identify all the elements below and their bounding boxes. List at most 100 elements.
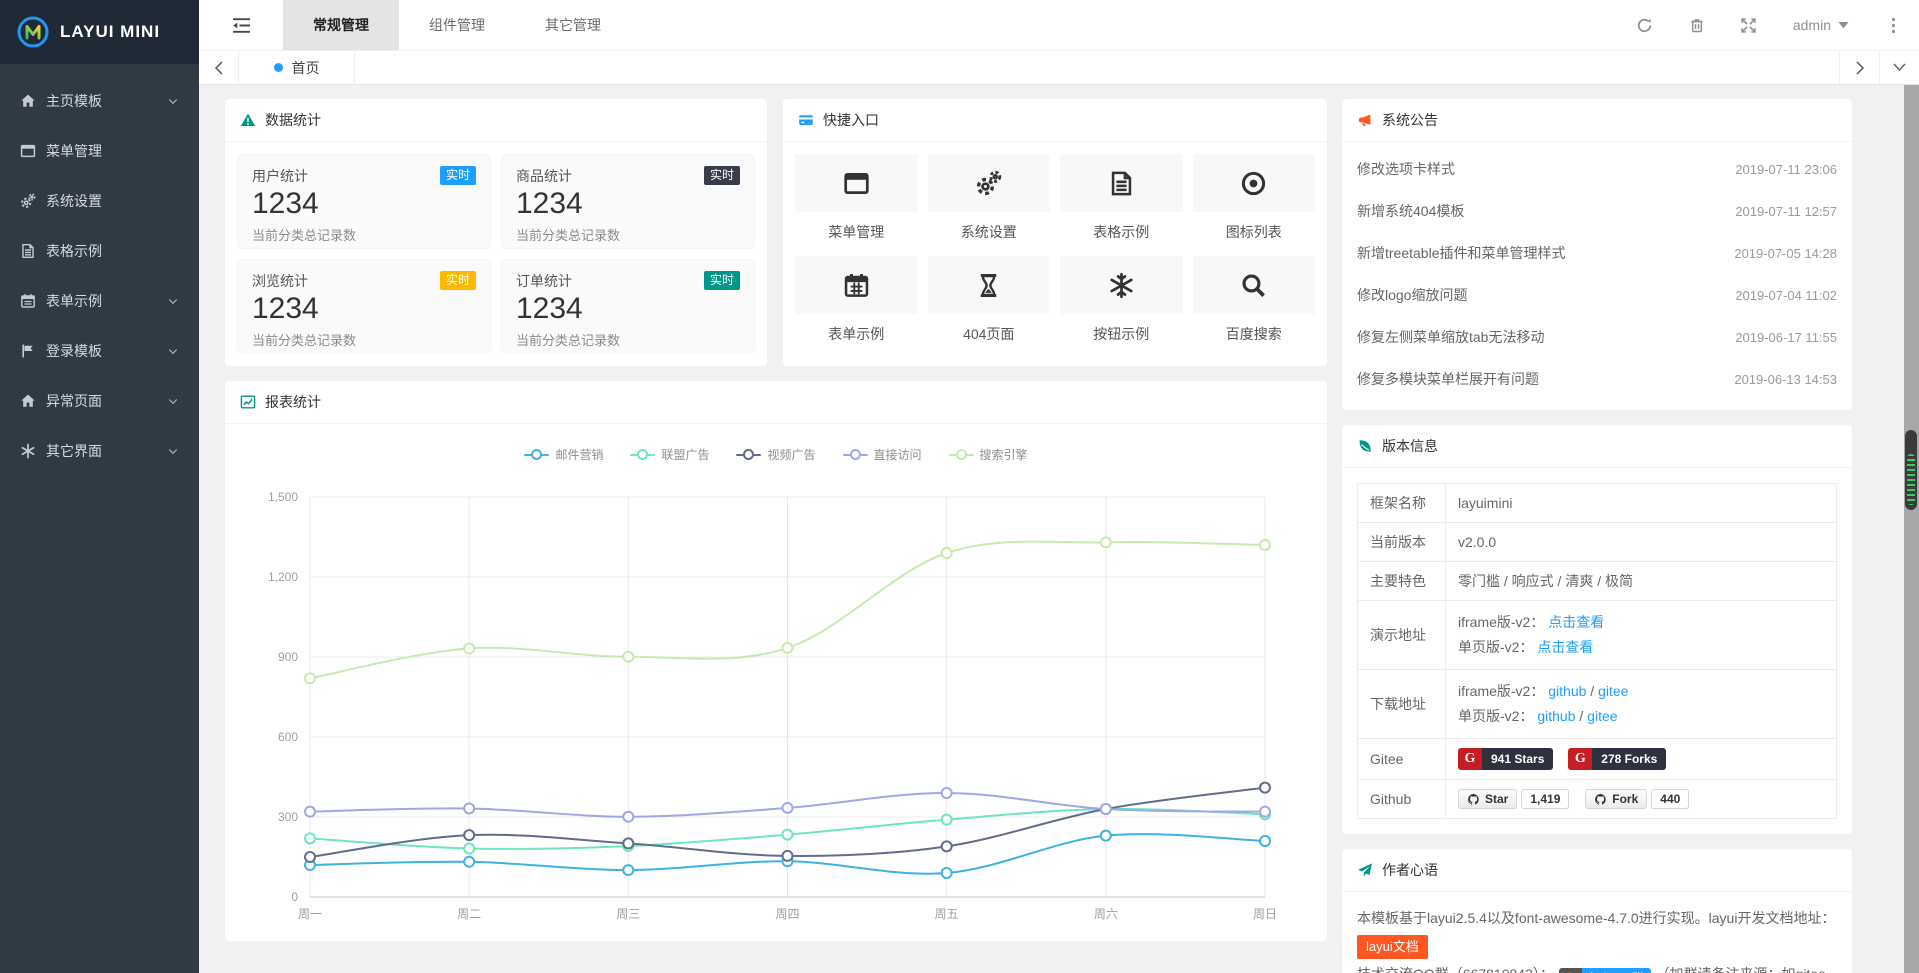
github-fork-button[interactable]: Fork xyxy=(1585,789,1647,809)
svg-text:900: 900 xyxy=(278,650,298,664)
card-title: 作者心语 xyxy=(1382,860,1438,880)
demo-links: iframe版-v2： 点击查看 单页版-v2： 点击查看 xyxy=(1446,601,1837,670)
join-qq-group-badge[interactable]: 加入QQ群 xyxy=(1559,968,1651,973)
octocat-icon xyxy=(1467,793,1480,806)
legend-item-2[interactable]: 联盟广告 xyxy=(630,446,709,463)
legend-item-4[interactable]: 直接访问 xyxy=(843,446,922,463)
github-link[interactable]: github xyxy=(1548,683,1586,699)
layui-doc-button[interactable]: layui文档 xyxy=(1357,935,1428,959)
gitee-forks-badge[interactable]: G 278 Forks xyxy=(1568,748,1666,770)
legend-item-1[interactable]: 邮件营销 xyxy=(524,446,603,463)
notice-text: 修复左侧菜单缩放tab无法移动 xyxy=(1357,327,1544,347)
download-links: iframe版-v2： github / gitee 单页版-v2： githu… xyxy=(1446,670,1837,739)
right-column: 系统公告 修改选项卡样式 2019-07-11 23:06 新增系统404模板 … xyxy=(1342,99,1852,973)
row-label: 当前版本 xyxy=(1358,523,1446,562)
quick-entry-baidu-search[interactable]: 百度搜索 xyxy=(1193,256,1316,358)
bullhorn-icon xyxy=(1357,112,1373,128)
nav-tab-other[interactable]: 其它管理 xyxy=(515,0,631,50)
stat-value: 1234 xyxy=(516,187,740,221)
list-item[interactable]: 修改选项卡样式 2019-07-11 23:06 xyxy=(1357,148,1837,190)
demo-link[interactable]: 点击查看 xyxy=(1537,639,1593,655)
row-label: 主要特色 xyxy=(1358,562,1446,601)
tab-home[interactable]: 首页 xyxy=(239,51,355,84)
quick-entry-table[interactable]: 表格示例 xyxy=(1060,154,1183,256)
github-fork-count[interactable]: 440 xyxy=(1651,789,1689,809)
user-menu[interactable]: admin xyxy=(1775,0,1867,50)
quick-entry-form[interactable]: 表单示例 xyxy=(795,256,918,358)
author-message-card: 作者心语 本模板基于layui2.5.4以及font-awesome-4.7.0… xyxy=(1342,849,1852,973)
svg-text:周五: 周五 xyxy=(935,907,959,921)
clear-cache-button[interactable] xyxy=(1671,0,1723,50)
gitee-stars-badge[interactable]: G 941 Stars xyxy=(1458,748,1553,770)
circle-dot-icon xyxy=(1193,154,1316,212)
calendar-icon xyxy=(20,293,36,309)
stat-label: 用户统计 xyxy=(252,166,308,186)
list-item[interactable]: 修改logo缩放问题 2019-07-04 11:02 xyxy=(1357,274,1837,316)
more-options-button[interactable] xyxy=(1867,0,1919,50)
card-title: 快捷入口 xyxy=(823,110,879,130)
legend-item-5[interactable]: 搜索引擎 xyxy=(949,446,1028,463)
tabs-scroll-right-button[interactable] xyxy=(1839,51,1879,84)
github-star-count[interactable]: 1,419 xyxy=(1521,789,1569,809)
gitee-forks-count: 278 Forks xyxy=(1592,748,1666,770)
app-logo[interactable]: LAYUI MINI xyxy=(0,0,199,64)
sidebar-item-table-examples[interactable]: 表格示例 xyxy=(0,226,199,276)
legend-label: 邮件营销 xyxy=(555,446,603,463)
tabs-scroll-left-button[interactable] xyxy=(199,51,239,84)
quick-entry-404[interactable]: 404页面 xyxy=(928,256,1051,358)
quick-entry-settings[interactable]: 系统设置 xyxy=(928,154,1051,256)
stat-box-views: 浏览统计 实时 1234 当前分类总记录数 xyxy=(237,259,491,354)
gitee-link[interactable]: gitee xyxy=(1598,683,1628,699)
legend-item-3[interactable]: 视频广告 xyxy=(736,446,815,463)
sidebar-fold-button[interactable] xyxy=(199,0,283,50)
quick-entry-label: 系统设置 xyxy=(928,222,1051,242)
svg-text:周一: 周一 xyxy=(298,907,322,921)
github-link[interactable]: github xyxy=(1537,708,1575,724)
list-item[interactable]: 新增系统404模板 2019-07-11 12:57 xyxy=(1357,190,1837,232)
list-item[interactable]: 修复多模块菜单栏展开有问题 2019-06-13 14:53 xyxy=(1357,358,1837,400)
list-item[interactable]: 新增treetable插件和菜单管理样式 2019-07-05 14:28 xyxy=(1357,232,1837,274)
tabs-menu-button[interactable] xyxy=(1879,51,1919,84)
sidebar-item-menu-management[interactable]: 菜单管理 xyxy=(0,126,199,176)
nav-tab-components[interactable]: 组件管理 xyxy=(399,0,515,50)
quick-entry-icons[interactable]: 图标列表 xyxy=(1193,154,1316,256)
sidebar-item-form-examples[interactable]: 表单示例 xyxy=(0,276,199,326)
gitee-link[interactable]: gitee xyxy=(1587,708,1617,724)
sidebar-item-label: 其它界面 xyxy=(46,441,102,461)
qq-suffix: （加群请备注来源：如gitee xyxy=(1656,966,1826,973)
sidebar-item-home-templates[interactable]: 主页模板 xyxy=(0,76,199,126)
sidebar-item-label: 登录模板 xyxy=(46,341,102,361)
quick-grid: 菜单管理 系统设置 xyxy=(783,142,1327,362)
quick-entry-label: 百度搜索 xyxy=(1193,324,1316,344)
sidebar-item-other-pages[interactable]: 其它界面 xyxy=(0,426,199,476)
sidebar-item-error-pages[interactable]: 异常页面 xyxy=(0,376,199,426)
github-star-button[interactable]: Star xyxy=(1458,789,1517,809)
refresh-button[interactable] xyxy=(1619,0,1671,50)
svg-text:周四: 周四 xyxy=(775,907,799,921)
version-table-wrap: 框架名称 layuimini 当前版本 v2.0.0 主要特色 零门槛 / 响应… xyxy=(1342,468,1852,834)
warning-triangle-icon xyxy=(240,112,256,128)
table-row: 框架名称 layuimini xyxy=(1358,484,1837,523)
sidebar-item-login-templates[interactable]: 登录模板 xyxy=(0,326,199,376)
legend-label: 搜索引擎 xyxy=(980,446,1028,463)
status-badge: 实时 xyxy=(440,166,476,185)
paper-plane-icon xyxy=(1357,862,1373,878)
scrollbar-thumb[interactable] xyxy=(1905,430,1917,510)
scrollbar-track[interactable] xyxy=(1904,85,1919,973)
report-chart-svg: 03006009001,2001,500周一周二周三周四周五周六周日 xyxy=(225,424,1327,941)
fullscreen-button[interactable] xyxy=(1723,0,1775,50)
list-item[interactable]: 修复左侧菜单缩放tab无法移动 2019-06-17 11:55 xyxy=(1357,316,1837,358)
nav-tab-general[interactable]: 常规管理 xyxy=(283,0,399,50)
gitee-logo-icon: G xyxy=(1458,748,1482,770)
more-vertical-icon xyxy=(1891,17,1896,34)
table-row: 下载地址 iframe版-v2： github / gitee 单页版-v2： … xyxy=(1358,670,1837,739)
scrollbar-thumb-stripes xyxy=(1907,454,1915,505)
quick-entry-buttons[interactable]: 按钮示例 xyxy=(1060,256,1183,358)
sidebar-item-system-settings[interactable]: 系统设置 xyxy=(0,176,199,226)
sidebar-item-label: 表单示例 xyxy=(46,291,102,311)
stat-box-users: 用户统计 实时 1234 当前分类总记录数 xyxy=(237,154,491,249)
demo-link[interactable]: 点击查看 xyxy=(1548,614,1604,630)
version-info-card: 版本信息 框架名称 layuimini 当前版本 v2.0.0 xyxy=(1342,425,1852,834)
card-title: 数据统计 xyxy=(265,110,321,130)
quick-entry-menu[interactable]: 菜单管理 xyxy=(795,154,918,256)
